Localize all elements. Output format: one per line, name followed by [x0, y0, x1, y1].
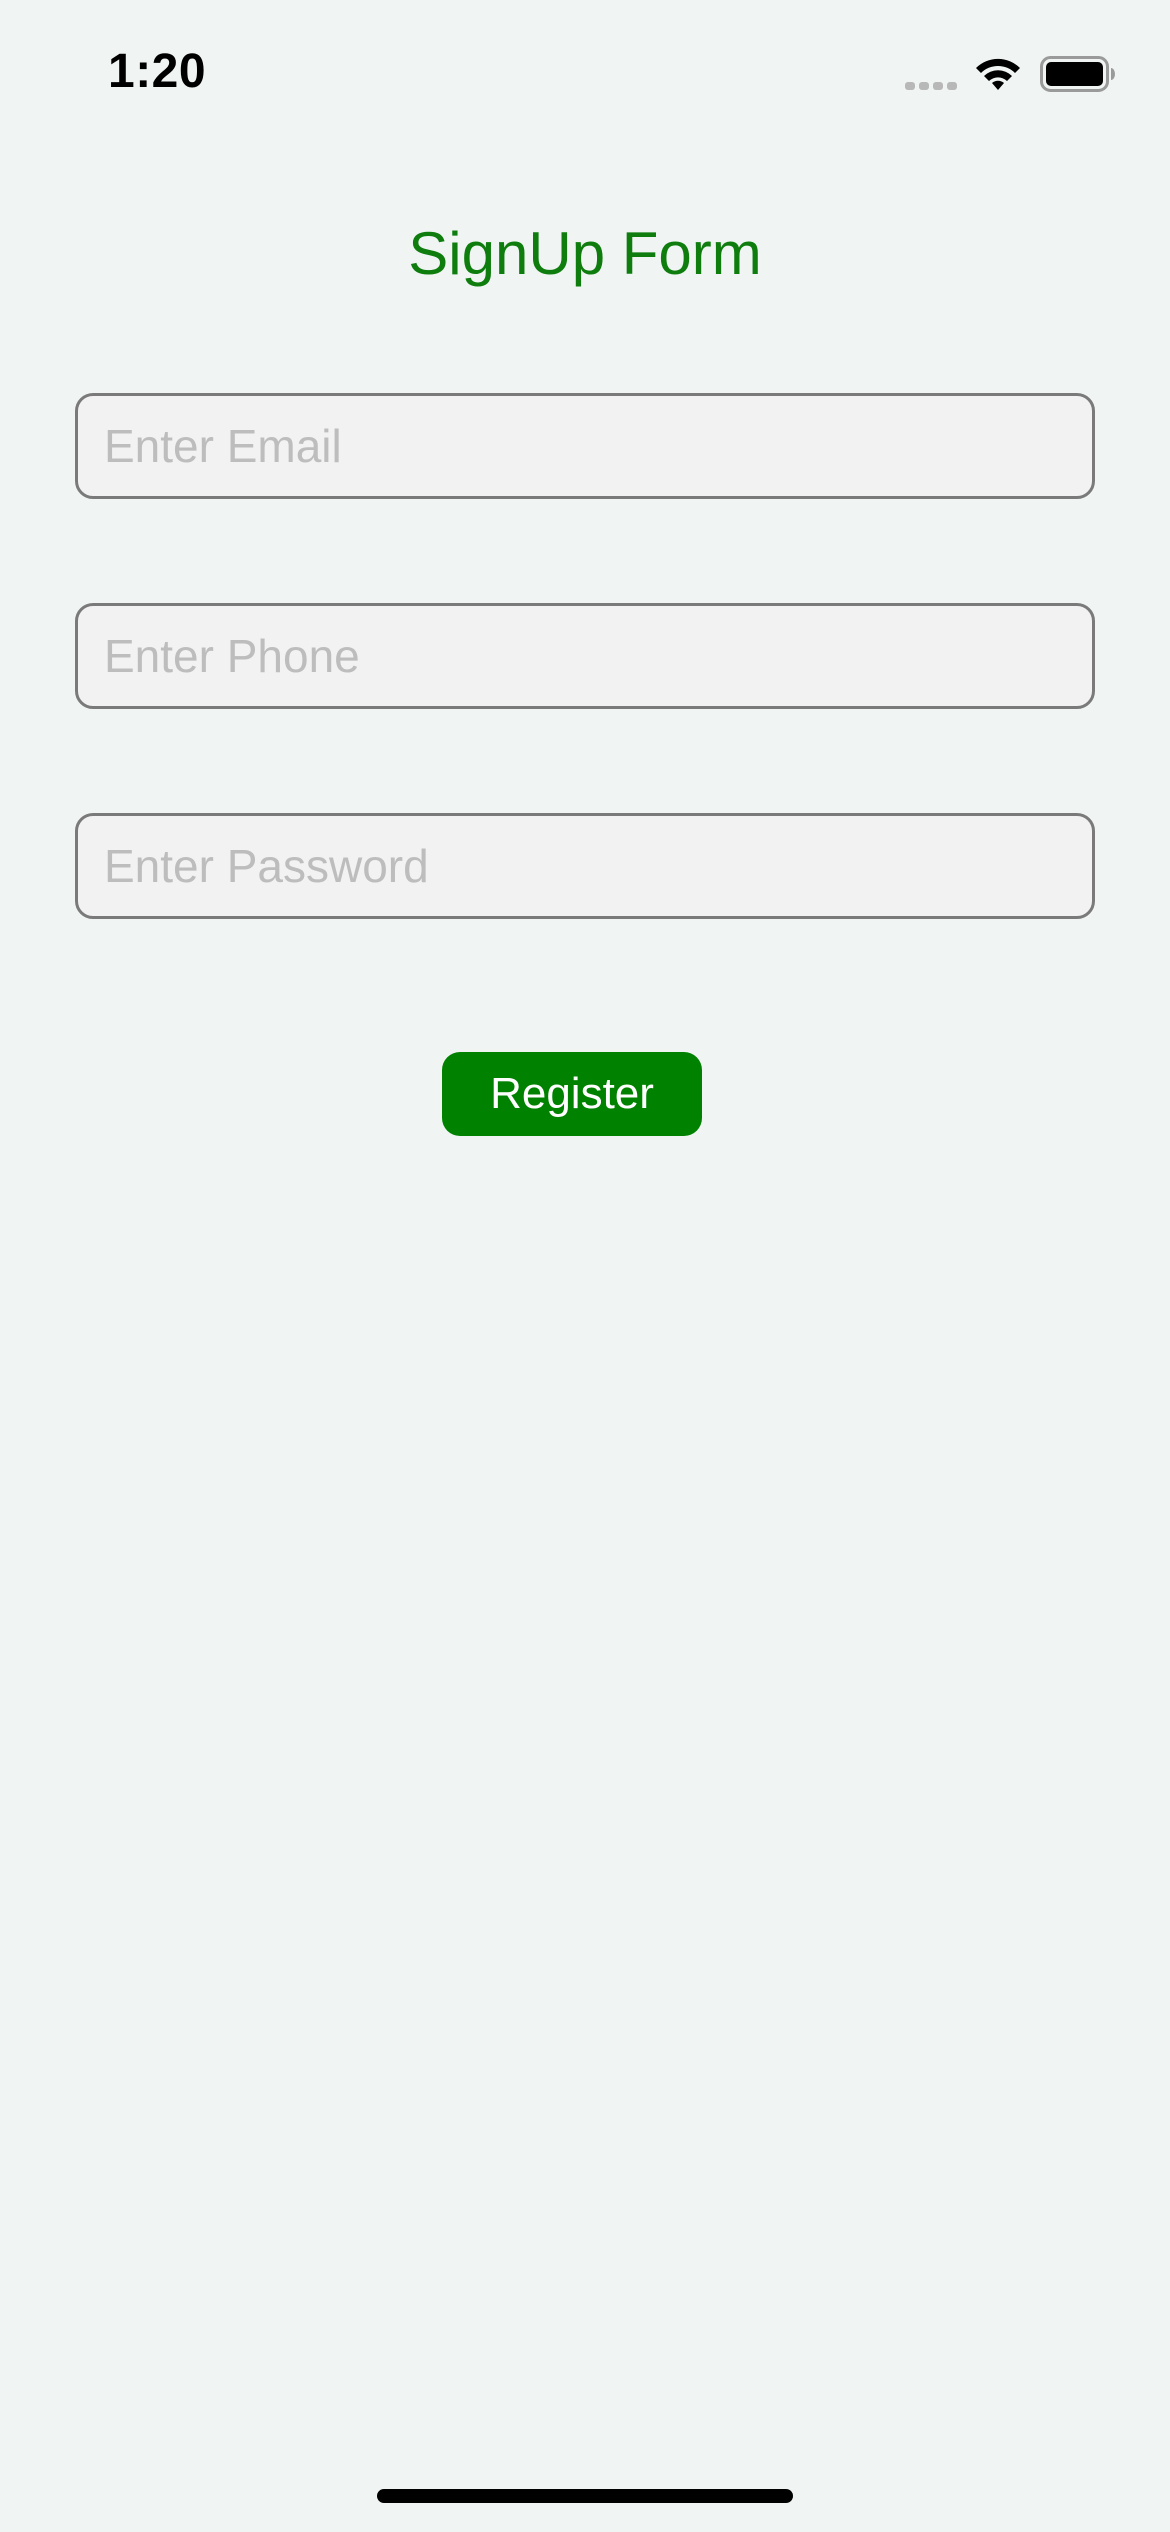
page-title: SignUp Form: [408, 220, 762, 287]
password-field[interactable]: [75, 813, 1095, 919]
signup-screen: 1:20 SignUp Form Register: [0, 0, 1170, 2532]
status-bar: 1:20: [0, 0, 1170, 140]
home-indicator: [377, 2489, 793, 2503]
status-time: 1:20: [108, 45, 207, 98]
register-button[interactable]: Register: [442, 1052, 702, 1136]
battery-icon: [1040, 56, 1115, 92]
signal-icon: [905, 82, 957, 90]
phone-field[interactable]: [75, 603, 1095, 709]
wifi-icon: [976, 58, 1020, 90]
email-field[interactable]: [75, 393, 1095, 499]
